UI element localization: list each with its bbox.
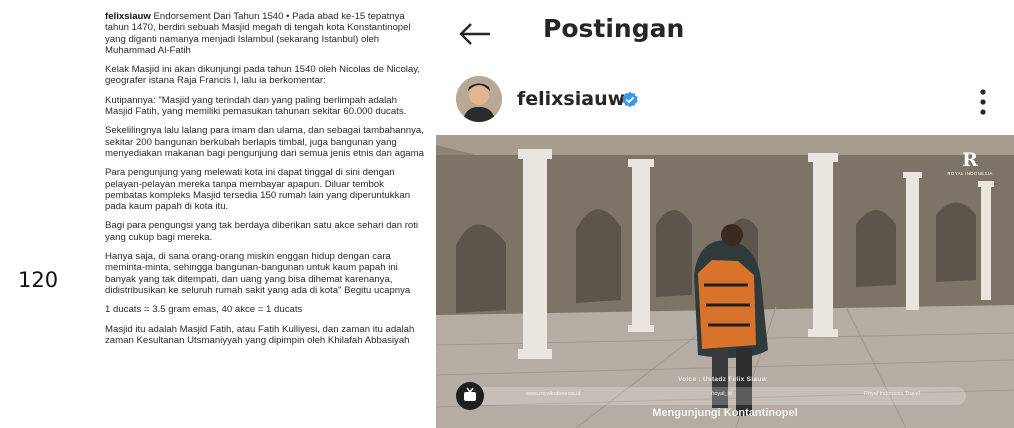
logo-letter: R xyxy=(962,149,978,171)
arrow-left-icon[interactable] xyxy=(458,22,492,46)
page-number: 120 xyxy=(18,268,59,292)
facebook-page: Royal Indonesia Travel xyxy=(864,391,920,397)
caption-text-0: Endorsement Dari Tahun 1540 • Pada abad … xyxy=(105,11,411,56)
caption-paragraph-0: felixsiauw Endorsement Dari Tahun 1540 •… xyxy=(105,11,425,56)
caption-paragraph-6: Hanya saja, di sana orang-orang miskin e… xyxy=(105,251,411,296)
post-video[interactable]: R ROYAL INDONESIA Voice : Ustadz Felix S… xyxy=(436,135,1014,428)
caption-paragraph-3: Sekelilingnya lalu lalang para imam dan … xyxy=(105,125,424,159)
caption-paragraph-1: Kelak Masjid ini akan dikunjungi pada ta… xyxy=(105,64,421,87)
page-title: Postingan xyxy=(543,14,685,43)
post-header: Postingan felixsiauw xyxy=(436,0,1014,135)
social-handle: /royal_id xyxy=(711,391,732,397)
caption-paragraph-5: Bagi para pengungsi yang tak berdaya dib… xyxy=(105,220,419,243)
mosque-courtyard-image xyxy=(436,135,1014,428)
royal-indonesia-logo: R ROYAL INDONESIA xyxy=(942,149,998,176)
post-caption: felixsiauw Endorsement Dari Tahun 1540 •… xyxy=(105,11,425,354)
caption-paragraph-2: Kutipannya: "Masjid yang terindah dan ya… xyxy=(105,94,407,118)
tv-icon[interactable] xyxy=(456,382,484,410)
logo-text: ROYAL INDONESIA xyxy=(947,171,993,176)
verified-badge-icon xyxy=(622,91,638,108)
caption-paragraph-4: Para pengunjung yang melewati kota ini d… xyxy=(105,167,411,213)
avatar[interactable] xyxy=(456,76,502,122)
more-vertical-icon[interactable] xyxy=(979,88,987,116)
caption-paragraph-8: Masjid itu adalah Masjid Fatih, atau Fat… xyxy=(105,323,415,346)
video-title: Mengunjungi Kontantinopel xyxy=(652,407,798,419)
caption-username[interactable]: felixsiauw xyxy=(105,11,151,22)
post-username[interactable]: felixsiauw xyxy=(517,88,625,110)
caption-paragraph-7: 1 ducats = 3.5 gram emas, 40 akce = 1 du… xyxy=(105,304,303,316)
website-link: www.royalindonesia.id xyxy=(526,391,581,397)
voice-credit: Voice : Ustadz Felix Siauw xyxy=(678,376,767,383)
